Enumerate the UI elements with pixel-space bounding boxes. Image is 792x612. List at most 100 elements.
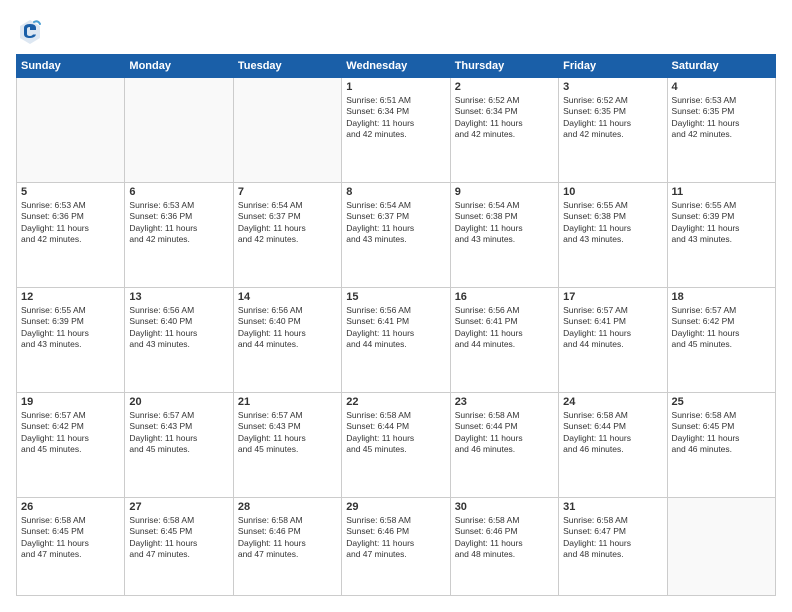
day-number: 22 — [346, 396, 445, 408]
day-number: 16 — [455, 291, 554, 303]
day-number: 17 — [563, 291, 662, 303]
calendar-cell: 19Sunrise: 6:57 AM Sunset: 6:42 PM Dayli… — [17, 392, 125, 497]
cell-info: Sunrise: 6:57 AM Sunset: 6:42 PM Dayligh… — [672, 305, 771, 351]
day-number: 9 — [455, 186, 554, 198]
day-number: 20 — [129, 396, 228, 408]
cell-info: Sunrise: 6:58 AM Sunset: 6:45 PM Dayligh… — [129, 515, 228, 561]
cell-info: Sunrise: 6:55 AM Sunset: 6:39 PM Dayligh… — [21, 305, 120, 351]
day-number: 8 — [346, 186, 445, 198]
day-number: 2 — [455, 81, 554, 93]
cell-info: Sunrise: 6:58 AM Sunset: 6:44 PM Dayligh… — [346, 410, 445, 456]
cell-info: Sunrise: 6:57 AM Sunset: 6:43 PM Dayligh… — [238, 410, 337, 456]
cell-info: Sunrise: 6:58 AM Sunset: 6:46 PM Dayligh… — [238, 515, 337, 561]
calendar-cell: 28 Sunrise: 6:58 AM Sunset: 6:46 PM Dayli… — [233, 497, 341, 595]
cell-info: Sunrise: 6:56 AM Sunset: 6:40 PM Dayligh… — [238, 305, 337, 351]
day-number: 11 — [672, 186, 771, 198]
calendar-cell: 30 Sunrise: 6:58 AM Sunset: 6:46 PM Dayli… — [450, 497, 558, 595]
cell-info: Sunrise: 6:53 AM Sunset: 6:36 PM Dayligh… — [129, 200, 228, 246]
calendar-cell: 8Sunrise: 6:54 AM Sunset: 6:37 PM Daylig… — [342, 182, 450, 287]
cell-info: Sunrise: 6:51 AM Sunset: 6:34 PM Dayligh… — [346, 95, 445, 141]
calendar-cell: 7Sunrise: 6:54 AM Sunset: 6:37 PM Daylig… — [233, 182, 341, 287]
cell-info: Sunrise: 6:58 AM Sunset: 6:44 PM Dayligh… — [455, 410, 554, 456]
calendar-cell: 16 Sunrise: 6:56 AM Sunset: 6:41 PM Dayli… — [450, 287, 558, 392]
day-number: 1 — [346, 81, 445, 93]
day-number: 21 — [238, 396, 337, 408]
cell-info: Sunrise: 6:58 AM Sunset: 6:45 PM Dayligh… — [672, 410, 771, 456]
day-number: 29 — [346, 501, 445, 513]
calendar-cell: 29 Sunrise: 6:58 AM Sunset: 6:46 PM Dayli… — [342, 497, 450, 595]
calendar-cell: 24 Sunrise: 6:58 AM Sunset: 6:44 PM Dayli… — [559, 392, 667, 497]
calendar-cell: 31 Sunrise: 6:58 AM Sunset: 6:47 PM Dayli… — [559, 497, 667, 595]
cell-info: Sunrise: 6:54 AM Sunset: 6:37 PM Dayligh… — [238, 200, 337, 246]
header-row: SundayMondayTuesdayWednesdayThursdayFrid… — [17, 55, 776, 78]
calendar-cell: 14 Sunrise: 6:56 AM Sunset: 6:40 PM Dayli… — [233, 287, 341, 392]
day-number: 31 — [563, 501, 662, 513]
cell-info: Sunrise: 6:57 AM Sunset: 6:41 PM Dayligh… — [563, 305, 662, 351]
calendar-cell: 4 Sunrise: 6:53 AM Sunset: 6:35 PM Daylig… — [667, 78, 775, 183]
cell-info: Sunrise: 6:58 AM Sunset: 6:46 PM Dayligh… — [346, 515, 445, 561]
day-number: 4 — [672, 81, 771, 93]
day-number: 14 — [238, 291, 337, 303]
calendar-cell: 27 Sunrise: 6:58 AM Sunset: 6:45 PM Dayli… — [125, 497, 233, 595]
cell-info: Sunrise: 6:55 AM Sunset: 6:38 PM Dayligh… — [563, 200, 662, 246]
cell-info: Sunrise: 6:53 AM Sunset: 6:35 PM Dayligh… — [672, 95, 771, 141]
cell-info: Sunrise: 6:56 AM Sunset: 6:40 PM Dayligh… — [129, 305, 228, 351]
calendar-cell — [233, 78, 341, 183]
day-number: 13 — [129, 291, 228, 303]
col-header-thursday: Thursday — [450, 55, 558, 78]
day-number: 3 — [563, 81, 662, 93]
day-number: 25 — [672, 396, 771, 408]
col-header-wednesday: Wednesday — [342, 55, 450, 78]
day-number: 10 — [563, 186, 662, 198]
col-header-monday: Monday — [125, 55, 233, 78]
calendar-cell: 5Sunrise: 6:53 AM Sunset: 6:36 PM Daylig… — [17, 182, 125, 287]
day-number: 27 — [129, 501, 228, 513]
col-header-saturday: Saturday — [667, 55, 775, 78]
calendar-cell: 18 Sunrise: 6:57 AM Sunset: 6:42 PM Dayli… — [667, 287, 775, 392]
cell-info: Sunrise: 6:58 AM Sunset: 6:44 PM Dayligh… — [563, 410, 662, 456]
calendar-cell: 26 Sunrise: 6:58 AM Sunset: 6:45 PM Dayli… — [17, 497, 125, 595]
day-number: 5 — [21, 186, 120, 198]
calendar-cell: 21 Sunrise: 6:57 AM Sunset: 6:43 PM Dayli… — [233, 392, 341, 497]
logo-icon — [16, 16, 44, 44]
day-number: 28 — [238, 501, 337, 513]
cell-info: Sunrise: 6:58 AM Sunset: 6:45 PM Dayligh… — [21, 515, 120, 561]
calendar-cell — [17, 78, 125, 183]
cell-info: Sunrise: 6:55 AM Sunset: 6:39 PM Dayligh… — [672, 200, 771, 246]
logo — [16, 16, 48, 44]
cell-info: Sunrise: 6:56 AM Sunset: 6:41 PM Dayligh… — [455, 305, 554, 351]
week-row-1: 1 Sunrise: 6:51 AM Sunset: 6:34 PM Daylig… — [17, 78, 776, 183]
calendar-cell: 3Sunrise: 6:52 AM Sunset: 6:35 PM Daylig… — [559, 78, 667, 183]
day-number: 23 — [455, 396, 554, 408]
calendar-cell: 20 Sunrise: 6:57 AM Sunset: 6:43 PM Dayli… — [125, 392, 233, 497]
calendar-cell: 25 Sunrise: 6:58 AM Sunset: 6:45 PM Dayli… — [667, 392, 775, 497]
col-header-sunday: Sunday — [17, 55, 125, 78]
day-number: 6 — [129, 186, 228, 198]
week-row-2: 5 Sunrise: 6:53 AM Sunset: 6:36 PM Daylig… — [17, 182, 776, 287]
calendar-cell: 23 Sunrise: 6:58 AM Sunset: 6:44 PM Dayli… — [450, 392, 558, 497]
calendar-cell: 22 Sunrise: 6:58 AM Sunset: 6:44 PM Dayli… — [342, 392, 450, 497]
cell-info: Sunrise: 6:56 AM Sunset: 6:41 PM Dayligh… — [346, 305, 445, 351]
day-number: 15 — [346, 291, 445, 303]
col-header-tuesday: Tuesday — [233, 55, 341, 78]
week-row-3: 12Sunrise: 6:55 AM Sunset: 6:39 PM Dayli… — [17, 287, 776, 392]
day-number: 19 — [21, 396, 120, 408]
calendar-cell: 9Sunrise: 6:54 AM Sunset: 6:38 PM Daylig… — [450, 182, 558, 287]
calendar-cell: 17 Sunrise: 6:57 AM Sunset: 6:41 PM Dayli… — [559, 287, 667, 392]
day-number: 18 — [672, 291, 771, 303]
calendar-cell: 6 Sunrise: 6:53 AM Sunset: 6:36 PM Daylig… — [125, 182, 233, 287]
cell-info: Sunrise: 6:52 AM Sunset: 6:34 PM Dayligh… — [455, 95, 554, 141]
day-number: 24 — [563, 396, 662, 408]
cell-info: Sunrise: 6:57 AM Sunset: 6:43 PM Dayligh… — [129, 410, 228, 456]
cell-info: Sunrise: 6:58 AM Sunset: 6:46 PM Dayligh… — [455, 515, 554, 561]
calendar-table: SundayMondayTuesdayWednesdayThursdayFrid… — [16, 54, 776, 596]
calendar-cell: 1 Sunrise: 6:51 AM Sunset: 6:34 PM Daylig… — [342, 78, 450, 183]
header — [16, 16, 776, 44]
cell-info: Sunrise: 6:58 AM Sunset: 6:47 PM Dayligh… — [563, 515, 662, 561]
week-row-4: 19Sunrise: 6:57 AM Sunset: 6:42 PM Dayli… — [17, 392, 776, 497]
day-number: 30 — [455, 501, 554, 513]
calendar-cell — [667, 497, 775, 595]
day-number: 26 — [21, 501, 120, 513]
calendar-cell: 11 Sunrise: 6:55 AM Sunset: 6:39 PM Dayli… — [667, 182, 775, 287]
calendar-cell: 2 Sunrise: 6:52 AM Sunset: 6:34 PM Daylig… — [450, 78, 558, 183]
